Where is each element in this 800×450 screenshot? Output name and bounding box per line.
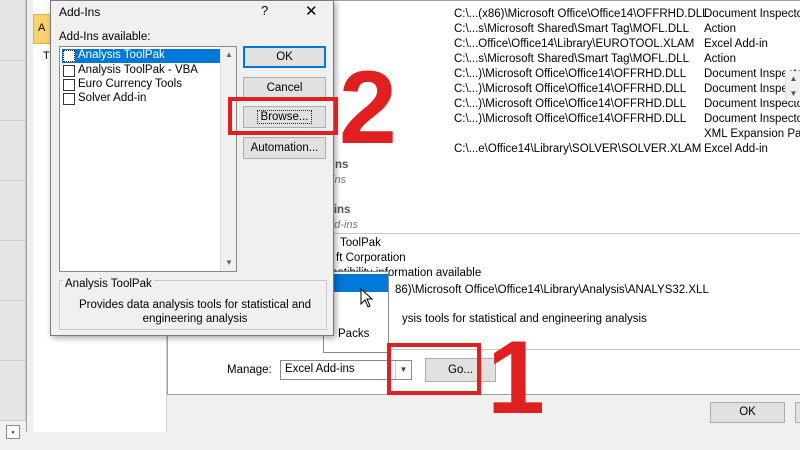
addin-type-cell: Excel Add-in — [704, 143, 768, 155]
cancel-button-label: Cancel — [266, 82, 303, 94]
list-item-label: Analysis ToolPak - VBA — [78, 64, 198, 76]
list-item-label: Analysis ToolPak — [78, 49, 165, 61]
detail-addin-name: ToolPak — [340, 237, 381, 249]
gridline — [0, 60, 26, 61]
manage-dropdown-value: Excel Add-ins — [285, 363, 355, 375]
annotation-step-1: 1 — [487, 320, 545, 436]
checkbox[interactable] — [63, 79, 75, 91]
manage-label: Manage: — [227, 364, 272, 376]
checkbox[interactable] — [63, 50, 75, 62]
scroll-up-icon[interactable]: ▲ — [221, 47, 237, 63]
gridline — [0, 120, 26, 121]
list-item-label: Euro Currency Tools — [78, 78, 182, 90]
addin-location-cell: C:\...)\Microsoft Office\Office14\OFFRHD… — [454, 68, 687, 80]
list-scrollbar[interactable]: ▲ ▼ — [220, 47, 236, 271]
detail-publisher: ft Corporation — [336, 252, 406, 264]
list-item-analysis-toolpak-vba[interactable]: Analysis ToolPak - VBA — [62, 64, 220, 78]
help-icon[interactable]: ? — [261, 3, 268, 18]
addin-type-cell: Action — [704, 23, 736, 35]
addins-available-label: Add-Ins available: — [59, 31, 151, 43]
addin-type-cell: Action — [704, 53, 736, 65]
description-group: Analysis ToolPak Provides data analysis … — [59, 278, 327, 330]
addin-type-cell: Document Inspecto — [704, 8, 800, 20]
divider — [328, 233, 800, 234]
addin-location-cell: C:\...)\Microsoft Office\Office14\OFFRHD… — [454, 83, 687, 95]
annotation-box-browse — [228, 97, 338, 135]
options-ok-button[interactable]: OK — [710, 402, 785, 423]
scroll-down-icon[interactable]: ▼ — [221, 255, 237, 271]
row-header-column — [0, 0, 26, 450]
list-item-euro-currency-tools[interactable]: Euro Currency Tools — [62, 78, 220, 92]
addin-location-cell: C:\...s\Microsoft Shared\Smart Tag\MOFL.… — [454, 23, 689, 35]
automation-button[interactable]: Automation... — [243, 137, 326, 159]
addins-dialog: Add-Ins ? ✕ Add-Ins available: Analysis … — [50, 0, 334, 336]
checkbox[interactable] — [63, 93, 75, 105]
addin-location-cell: C:\...)\Microsoft Office\Office14\OFFRHD… — [454, 98, 687, 110]
ok-button[interactable]: OK — [243, 46, 326, 68]
automation-button-label: Automation... — [250, 142, 319, 154]
scroll-arrow-icon[interactable]: ▲ — [785, 71, 800, 86]
addin-type-cell: XML Expansion Pac — [704, 128, 800, 140]
gridline — [0, 180, 26, 181]
addin-location-cell: C:\...s\Microsoft Shared\Smart Tag\MOFL.… — [454, 53, 689, 65]
manage-dropdown-option[interactable]: Packs — [338, 328, 369, 340]
description-text: Provides data analysis tools for statist… — [78, 299, 312, 325]
addin-location-cell: C:\...Office\Office14\Library\EUROTOOL.X… — [454, 38, 695, 50]
gridline — [0, 240, 26, 241]
annotation-step-2: 2 — [339, 50, 397, 166]
dialog-title: Add-Ins — [59, 5, 101, 19]
list-item-label: Solver Add-in — [78, 92, 147, 104]
macro-record-icon[interactable]: ▪ — [6, 425, 20, 439]
addin-location-cell: C:\...)\Microsoft Office\Office14\OFFRHD… — [454, 113, 687, 125]
ok-button-label: OK — [276, 51, 293, 63]
options-cancel-button[interactable] — [795, 402, 800, 423]
scroll-arrow-icon[interactable]: ▼ — [785, 86, 800, 101]
detail-location: 86)\Microsoft Office\Office14\Library\An… — [395, 284, 709, 296]
addin-location-cell: C:\...(x86)\Microsoft Office\Office14\OF… — [454, 8, 709, 20]
list-item-analysis-toolpak[interactable]: Analysis ToolPak — [62, 49, 220, 63]
close-icon[interactable]: ✕ — [305, 2, 318, 20]
gridline — [0, 300, 26, 301]
section-empty-label: ins — [332, 174, 347, 186]
cancel-button[interactable]: Cancel — [243, 77, 326, 99]
mouse-cursor-icon — [360, 288, 374, 308]
addin-type-cell: Excel Add-in — [704, 38, 768, 50]
checkbox[interactable] — [63, 65, 75, 77]
list-item-solver-addin[interactable]: Solver Add-in — [62, 92, 220, 106]
description-title: Analysis ToolPak — [63, 278, 154, 290]
annotation-box-go — [387, 343, 481, 395]
gridline — [0, 360, 26, 361]
sidebar-item-trust[interactable]: T — [43, 50, 50, 62]
addin-type-cell: Document Inspecto — [704, 113, 800, 125]
addins-listbox[interactable]: Analysis ToolPak Analysis ToolPak - VBA … — [59, 46, 237, 272]
addin-location-cell: C:\...e\Office14\Library\SOLVER\SOLVER.X… — [454, 143, 702, 155]
